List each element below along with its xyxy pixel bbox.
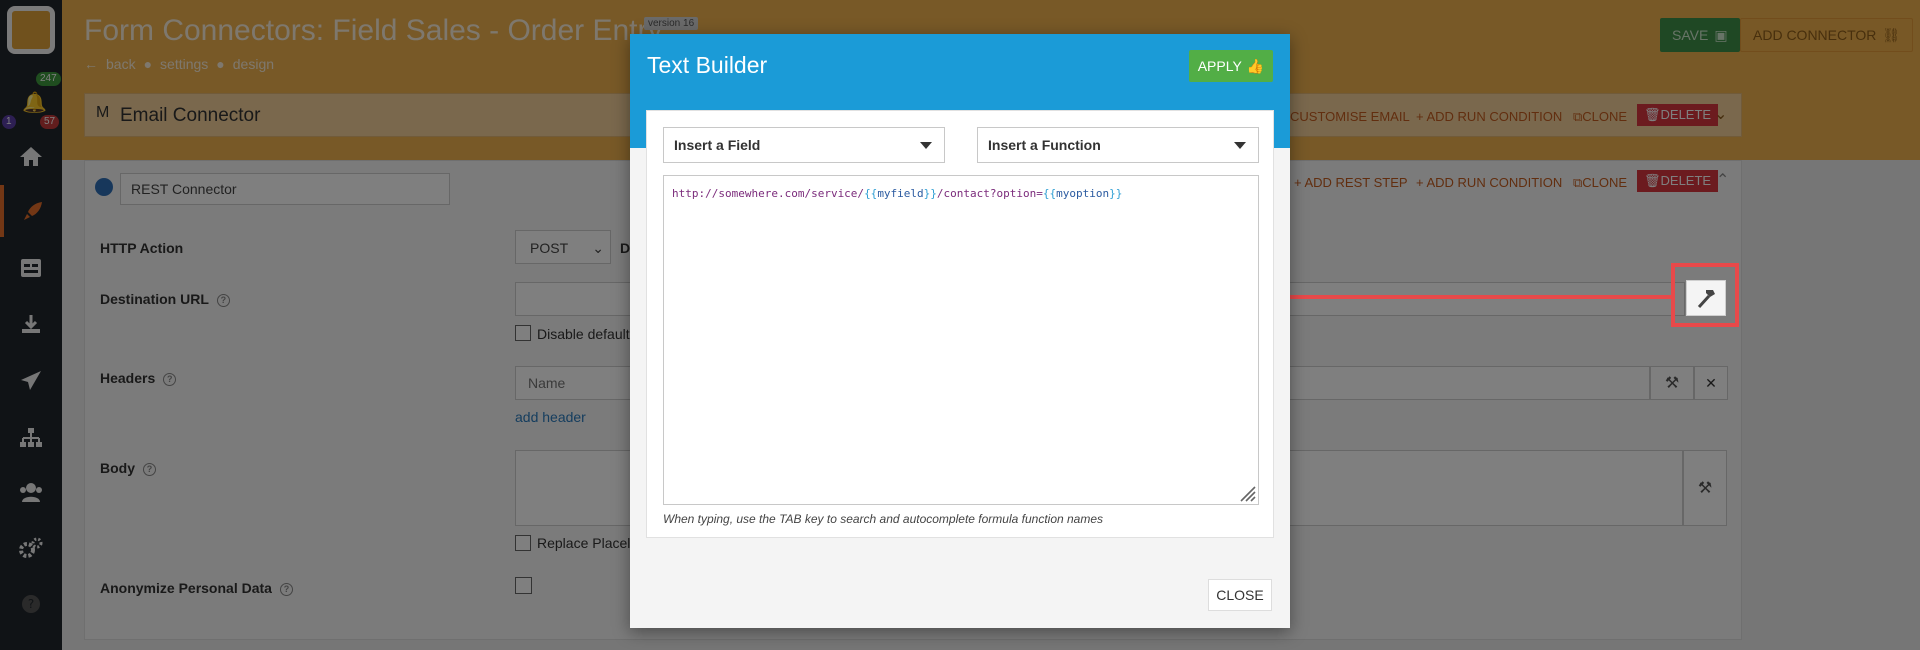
thumbs-up-icon: 👍 — [1246, 57, 1265, 74]
apply-label: APPLY — [1197, 58, 1242, 74]
insert-field-label: Insert a Field — [674, 137, 761, 153]
insert-function-label: Insert a Function — [988, 137, 1101, 153]
modal-title: Text Builder — [647, 52, 768, 78]
text-builder-modal: Text Builder APPLY 👍 Insert a Field Inse… — [630, 34, 1290, 628]
annotation-arrow — [1225, 286, 1675, 308]
annotation-highlight-box — [1671, 263, 1739, 327]
resize-handle-icon[interactable] — [1238, 484, 1256, 502]
caret-down-icon — [1234, 142, 1246, 149]
modal-body: Insert a Field Insert a Function http://… — [646, 110, 1274, 538]
apply-button[interactable]: APPLY 👍 — [1189, 50, 1273, 82]
editor-content: http://somewhere.com/service/{{myfield}}… — [672, 187, 1123, 200]
insert-field-select[interactable]: Insert a Field — [663, 127, 945, 163]
close-button[interactable]: CLOSE — [1208, 579, 1272, 611]
text-editor[interactable]: http://somewhere.com/service/{{myfield}}… — [663, 175, 1259, 505]
caret-down-icon — [920, 142, 932, 149]
editor-hint: When typing, use the TAB key to search a… — [663, 512, 1104, 526]
insert-function-select[interactable]: Insert a Function — [977, 127, 1259, 163]
